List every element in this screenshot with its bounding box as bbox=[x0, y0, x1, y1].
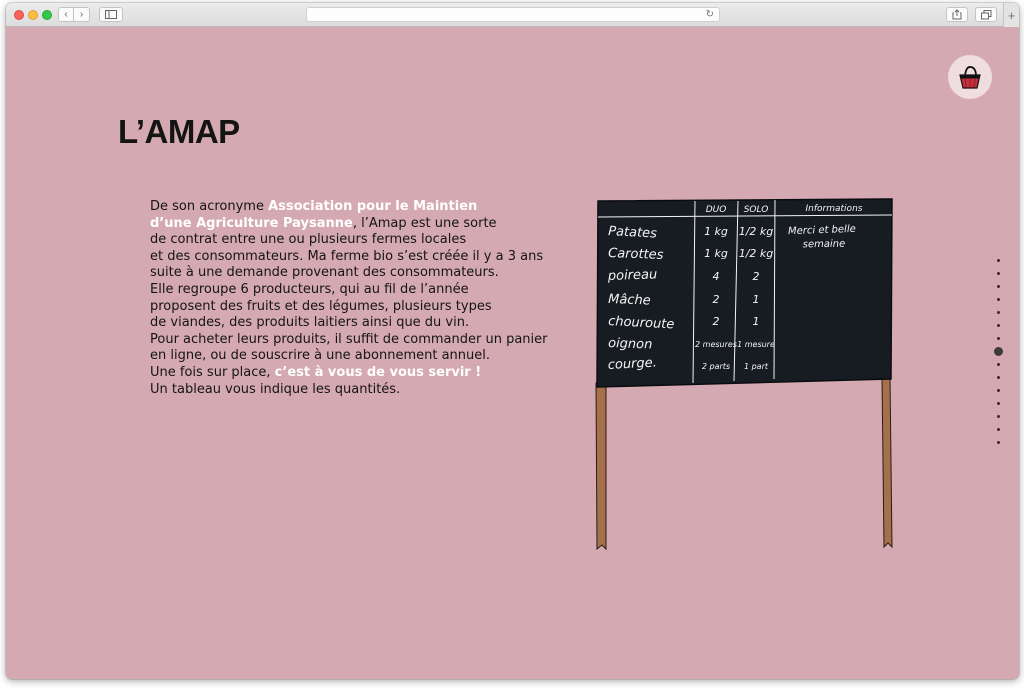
nav-dot[interactable] bbox=[997, 311, 1000, 314]
board-duo-qty: 2 parts bbox=[702, 362, 730, 371]
browser-toolbar: ‹ › ↻ + bbox=[6, 3, 1019, 27]
board-product: Mâche bbox=[608, 292, 651, 308]
share-button[interactable] bbox=[946, 7, 968, 22]
board-duo-qty: 1 kg bbox=[704, 225, 728, 238]
intro-line: Un tableau vous indique les quantités. bbox=[150, 381, 401, 397]
intro-text: De son acronyme bbox=[150, 199, 269, 214]
minimize-window-button[interactable] bbox=[28, 10, 38, 20]
board-solo-qty: 1 bbox=[753, 315, 760, 328]
nav-dot[interactable] bbox=[997, 259, 1000, 262]
nav-dot[interactable] bbox=[997, 298, 1000, 301]
intro-line: Pour acheter leurs produits, il suffit d… bbox=[150, 331, 548, 347]
chalkboard-illustration: DUO SOLO Informations Patates 1 kg 1/2 kg Caro… bbox=[592, 197, 898, 553]
nav-dot[interactable] bbox=[997, 402, 1000, 405]
nav-dot[interactable] bbox=[997, 285, 1000, 288]
chevron-right-icon: › bbox=[79, 8, 84, 20]
forward-button[interactable]: › bbox=[74, 7, 90, 22]
intro-highlight: d’une Agriculture Paysanne bbox=[150, 215, 353, 231]
nav-dot[interactable] bbox=[997, 389, 1000, 392]
tabs-icon bbox=[980, 9, 991, 19]
reload-icon[interactable]: ↻ bbox=[706, 9, 714, 20]
board-solo-qty: 1 bbox=[753, 293, 760, 306]
nav-dot[interactable] bbox=[997, 337, 1000, 340]
chalkboard-svg: DUO SOLO Informations Patates 1 kg 1/2 kg Caro… bbox=[595, 198, 893, 551]
nav-dot[interactable] bbox=[997, 324, 1000, 327]
intro-paragraph: De son acronyme Association pour le Main… bbox=[150, 199, 570, 398]
nav-dot[interactable] bbox=[997, 441, 1000, 444]
board-product: Patates bbox=[608, 224, 658, 242]
board-product: courge. bbox=[607, 355, 657, 373]
intro-line: De son acronyme Association pour le Main… bbox=[150, 199, 570, 216]
section-dots-nav bbox=[993, 259, 1005, 449]
board-header-duo: DUO bbox=[706, 205, 727, 215]
board-solo-qty: 1/2 kg bbox=[739, 225, 774, 238]
intro-line: Elle regroupe 6 producteurs, qui au fil … bbox=[150, 281, 469, 297]
page-title: L’AMAP bbox=[118, 113, 240, 150]
board-duo-qty: 2 mesures bbox=[695, 340, 737, 349]
board-solo-qty: 1/2 kg bbox=[739, 247, 774, 260]
tabs-overview-button[interactable] bbox=[975, 7, 997, 22]
board-leg-left bbox=[595, 382, 607, 551]
address-bar[interactable]: ↻ bbox=[306, 7, 720, 22]
share-icon bbox=[952, 9, 962, 20]
new-tab-button[interactable]: + bbox=[1003, 3, 1019, 27]
intro-line: proposent des fruits et des légumes, plu… bbox=[150, 298, 492, 314]
plus-icon: + bbox=[1007, 7, 1016, 23]
zoom-window-button[interactable] bbox=[42, 10, 52, 20]
basket-icon bbox=[959, 66, 981, 89]
board-leg-right bbox=[881, 376, 893, 549]
board-product: oignon bbox=[608, 336, 653, 353]
nav-dot[interactable] bbox=[997, 428, 1000, 431]
intro-line: en ligne, ou de souscrire à une abonneme… bbox=[150, 348, 490, 364]
board-duo-qty: 1 kg bbox=[704, 247, 728, 260]
intro-highlight: c’est à vous de vous servir ! bbox=[274, 364, 482, 380]
browser-window: ‹ › ↻ + L’AMAP De son acronyme Associati… bbox=[6, 3, 1019, 679]
nav-dot[interactable] bbox=[997, 376, 1000, 379]
intro-line: Une fois sur place, c’est à vous de vous… bbox=[150, 365, 570, 382]
sidebar-toggle-button[interactable] bbox=[99, 7, 123, 22]
intro-line: d’une Agriculture Paysanne, l’Amap est u… bbox=[150, 216, 570, 233]
nav-dot[interactable] bbox=[997, 272, 1000, 275]
board-solo-qty: 1 part bbox=[744, 362, 769, 371]
close-window-button[interactable] bbox=[14, 10, 24, 20]
board-header-informations: Informations bbox=[806, 204, 863, 214]
nav-dot[interactable] bbox=[997, 415, 1000, 418]
board-solo-qty: 1 mesure bbox=[737, 340, 775, 349]
intro-line: et des consommateurs. Ma ferme bio s’est… bbox=[150, 248, 544, 264]
board-duo-qty: 2 bbox=[713, 315, 720, 328]
basket-button[interactable] bbox=[948, 55, 992, 99]
chevron-left-icon: ‹ bbox=[64, 8, 68, 20]
page-content: L’AMAP De son acronyme Association pour … bbox=[6, 27, 1019, 679]
intro-line: de contrat entre une ou plusieurs fermes… bbox=[150, 232, 467, 248]
intro-line: suite à une demande provenant des consom… bbox=[150, 265, 499, 281]
nav-dot[interactable] bbox=[997, 363, 1000, 366]
board-product: Carottes bbox=[608, 246, 664, 263]
intro-text: , l’Amap est une sorte bbox=[352, 215, 497, 231]
board-header-solo: SOLO bbox=[744, 205, 769, 215]
back-button[interactable]: ‹ bbox=[58, 7, 74, 22]
board-duo-qty: 4 bbox=[713, 270, 720, 283]
board-info-line: semaine bbox=[803, 239, 846, 251]
intro-text: Une fois sur place, bbox=[150, 364, 275, 380]
nav-dot-active[interactable] bbox=[994, 347, 1003, 356]
intro-highlight: Association pour le Maintien bbox=[268, 199, 478, 214]
board-solo-qty: 2 bbox=[753, 270, 760, 283]
board-duo-qty: 2 bbox=[713, 293, 720, 306]
sidebar-icon bbox=[105, 10, 117, 19]
intro-line: de viandes, des produits laitiers ainsi … bbox=[150, 315, 470, 331]
board-product: poireau bbox=[607, 267, 658, 284]
